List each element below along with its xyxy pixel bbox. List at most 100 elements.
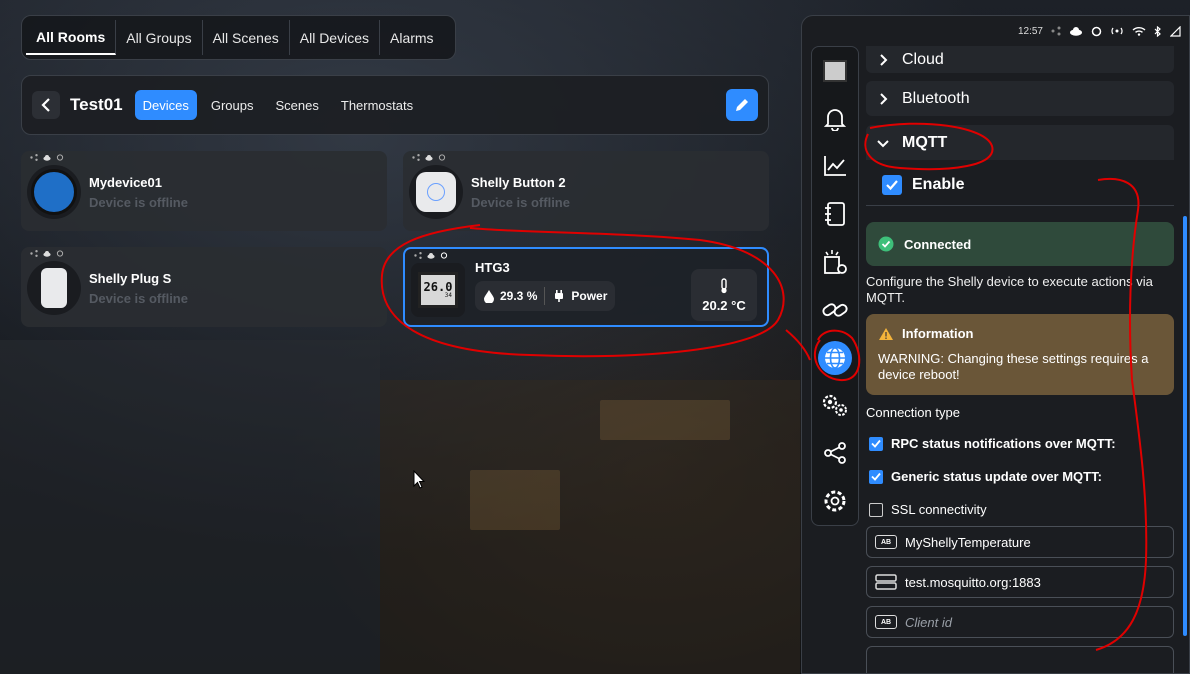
check-icon bbox=[871, 439, 881, 448]
accordion-bluetooth[interactable]: Bluetooth bbox=[866, 81, 1174, 116]
info-text: WARNING: Changing these settings require… bbox=[878, 351, 1149, 382]
share-icon bbox=[414, 252, 422, 259]
check-circle-icon bbox=[878, 236, 894, 252]
chevron-down-icon bbox=[877, 139, 889, 147]
tab-all-groups[interactable]: All Groups bbox=[116, 20, 203, 55]
generic-label: Generic status update over MQTT: bbox=[891, 469, 1102, 484]
cloud-icon bbox=[1070, 27, 1082, 36]
top-tab-bar: All Rooms All Groups All Scenes All Devi… bbox=[21, 15, 456, 60]
device-name: Mydevice01 bbox=[89, 174, 162, 190]
enable-checkbox[interactable] bbox=[882, 174, 902, 195]
rail-item-actions[interactable] bbox=[811, 286, 859, 334]
device-thumbnail-icon bbox=[823, 59, 847, 82]
device-status: Device is offline bbox=[471, 194, 570, 210]
link-icon bbox=[822, 303, 848, 317]
rail-item-sharing[interactable] bbox=[811, 429, 859, 477]
accordion-mqtt-label: MQTT bbox=[902, 133, 948, 151]
info-banner: Information WARNING: Changing these sett… bbox=[866, 314, 1174, 395]
rpc-checkbox[interactable] bbox=[869, 436, 883, 451]
next-field[interactable] bbox=[866, 646, 1174, 673]
tab-alarms[interactable]: Alarms bbox=[380, 20, 444, 55]
tab-all-devices[interactable]: All Devices bbox=[290, 20, 380, 55]
tab-thermostats[interactable]: Thermostats bbox=[333, 90, 421, 120]
plug-icon bbox=[555, 289, 564, 302]
connected-label: Connected bbox=[904, 236, 972, 252]
gears-icon bbox=[822, 395, 847, 417]
server-field[interactable]: test.mosquitto.org:1883 bbox=[866, 566, 1174, 598]
sync-icon bbox=[438, 154, 446, 161]
accordion-bluetooth-label: Bluetooth bbox=[902, 89, 970, 107]
cloud-icon bbox=[43, 155, 51, 161]
mqtt-section-body: Enable Connected Configure the Shelly de… bbox=[866, 164, 1174, 673]
humidity-value: 29.3 % bbox=[500, 288, 538, 303]
temperature-box: 20.2 °C bbox=[691, 269, 757, 321]
share-icon bbox=[1051, 26, 1061, 36]
device-name: Shelly Plug S bbox=[89, 270, 172, 286]
device-id-field[interactable]: AB MyShellyTemperature bbox=[866, 526, 1174, 558]
device-name: Shelly Button 2 bbox=[471, 174, 566, 190]
tab-devices[interactable]: Devices bbox=[134, 90, 197, 120]
ssl-row[interactable]: SSL connectivity bbox=[866, 502, 1174, 517]
broadcast-icon bbox=[1111, 27, 1123, 35]
tab-scenes[interactable]: Scenes bbox=[268, 90, 327, 120]
background-window bbox=[470, 470, 560, 530]
rail-item-statistics[interactable] bbox=[811, 143, 859, 191]
background-building-left bbox=[0, 340, 380, 674]
enable-row[interactable]: Enable bbox=[866, 164, 1174, 206]
settings-content: Cloud Bluetooth MQTT Enable Connected Co… bbox=[860, 46, 1180, 673]
device-image bbox=[27, 261, 81, 315]
globe-icon-wrap bbox=[818, 340, 852, 375]
rail-item-settings[interactable] bbox=[811, 477, 859, 525]
humidity-drop-icon bbox=[484, 289, 494, 303]
power-label: Power bbox=[571, 288, 608, 303]
rail-item-info[interactable] bbox=[811, 190, 859, 238]
clock: 12:57 bbox=[1017, 25, 1043, 37]
tab-all-scenes[interactable]: All Scenes bbox=[203, 20, 290, 55]
generic-checkbox[interactable] bbox=[869, 469, 883, 484]
tab-all-rooms[interactable]: All Rooms bbox=[26, 20, 117, 55]
server-value: test.mosquitto.org:1883 bbox=[905, 574, 1041, 590]
edit-button[interactable] bbox=[726, 89, 758, 121]
status-bar: 12:57 bbox=[802, 16, 1189, 46]
panel-scrollbar[interactable] bbox=[1183, 216, 1187, 636]
rail-item-device[interactable] bbox=[811, 47, 859, 95]
info-title: Information bbox=[902, 326, 974, 341]
device-status: Device is offline bbox=[89, 194, 188, 210]
sync-icon bbox=[56, 250, 64, 257]
rail-item-device-settings[interactable] bbox=[811, 238, 859, 286]
accordion-cloud[interactable]: Cloud bbox=[866, 46, 1174, 73]
back-button[interactable] bbox=[32, 91, 60, 119]
share-icon bbox=[412, 154, 420, 161]
tab-groups[interactable]: Groups bbox=[203, 90, 262, 120]
ssl-checkbox[interactable] bbox=[869, 502, 883, 517]
rail-item-notifications[interactable] bbox=[811, 95, 859, 143]
divider bbox=[544, 286, 546, 305]
warning-icon bbox=[879, 327, 893, 340]
notebook-icon bbox=[825, 202, 845, 227]
gear-icon bbox=[824, 490, 846, 512]
rail-item-advanced[interactable] bbox=[811, 382, 859, 430]
device-card-shelly-button-2[interactable]: Shelly Button 2 Device is offline bbox=[403, 151, 769, 231]
accordion-mqtt[interactable]: MQTT bbox=[866, 125, 1174, 160]
share-icon bbox=[30, 154, 38, 161]
settings-nav-rail bbox=[811, 46, 859, 526]
generic-row[interactable]: Generic status update over MQTT: bbox=[866, 469, 1174, 484]
device-card-htg3[interactable]: 26.0 34 HTG3 29.3 % Power 20.2 °C bbox=[403, 247, 769, 327]
chevron-left-icon bbox=[41, 98, 50, 112]
signal-icon bbox=[1170, 25, 1181, 37]
sensor-pill: 29.3 % Power bbox=[475, 280, 616, 311]
cloud-icon bbox=[425, 155, 433, 161]
client-id-field[interactable]: AB Client id bbox=[866, 606, 1174, 638]
room-header: Test01 Devices Groups Scenes Thermostats bbox=[21, 75, 769, 135]
sync-icon bbox=[56, 154, 64, 161]
share-icon bbox=[30, 250, 38, 257]
sync-icon bbox=[440, 252, 448, 259]
share-icon bbox=[824, 442, 846, 465]
rpc-row[interactable]: RPC status notifications over MQTT: bbox=[866, 436, 1174, 451]
text-field-icon: AB bbox=[875, 615, 897, 629]
text-field-icon: AB bbox=[875, 535, 897, 549]
rail-item-networks[interactable] bbox=[811, 334, 859, 382]
bell-icon bbox=[824, 108, 846, 131]
device-card-shelly-plug-s[interactable]: Shelly Plug S Device is offline bbox=[21, 247, 387, 327]
device-card-mydevice01[interactable]: Mydevice01 Device is offline bbox=[21, 151, 387, 231]
